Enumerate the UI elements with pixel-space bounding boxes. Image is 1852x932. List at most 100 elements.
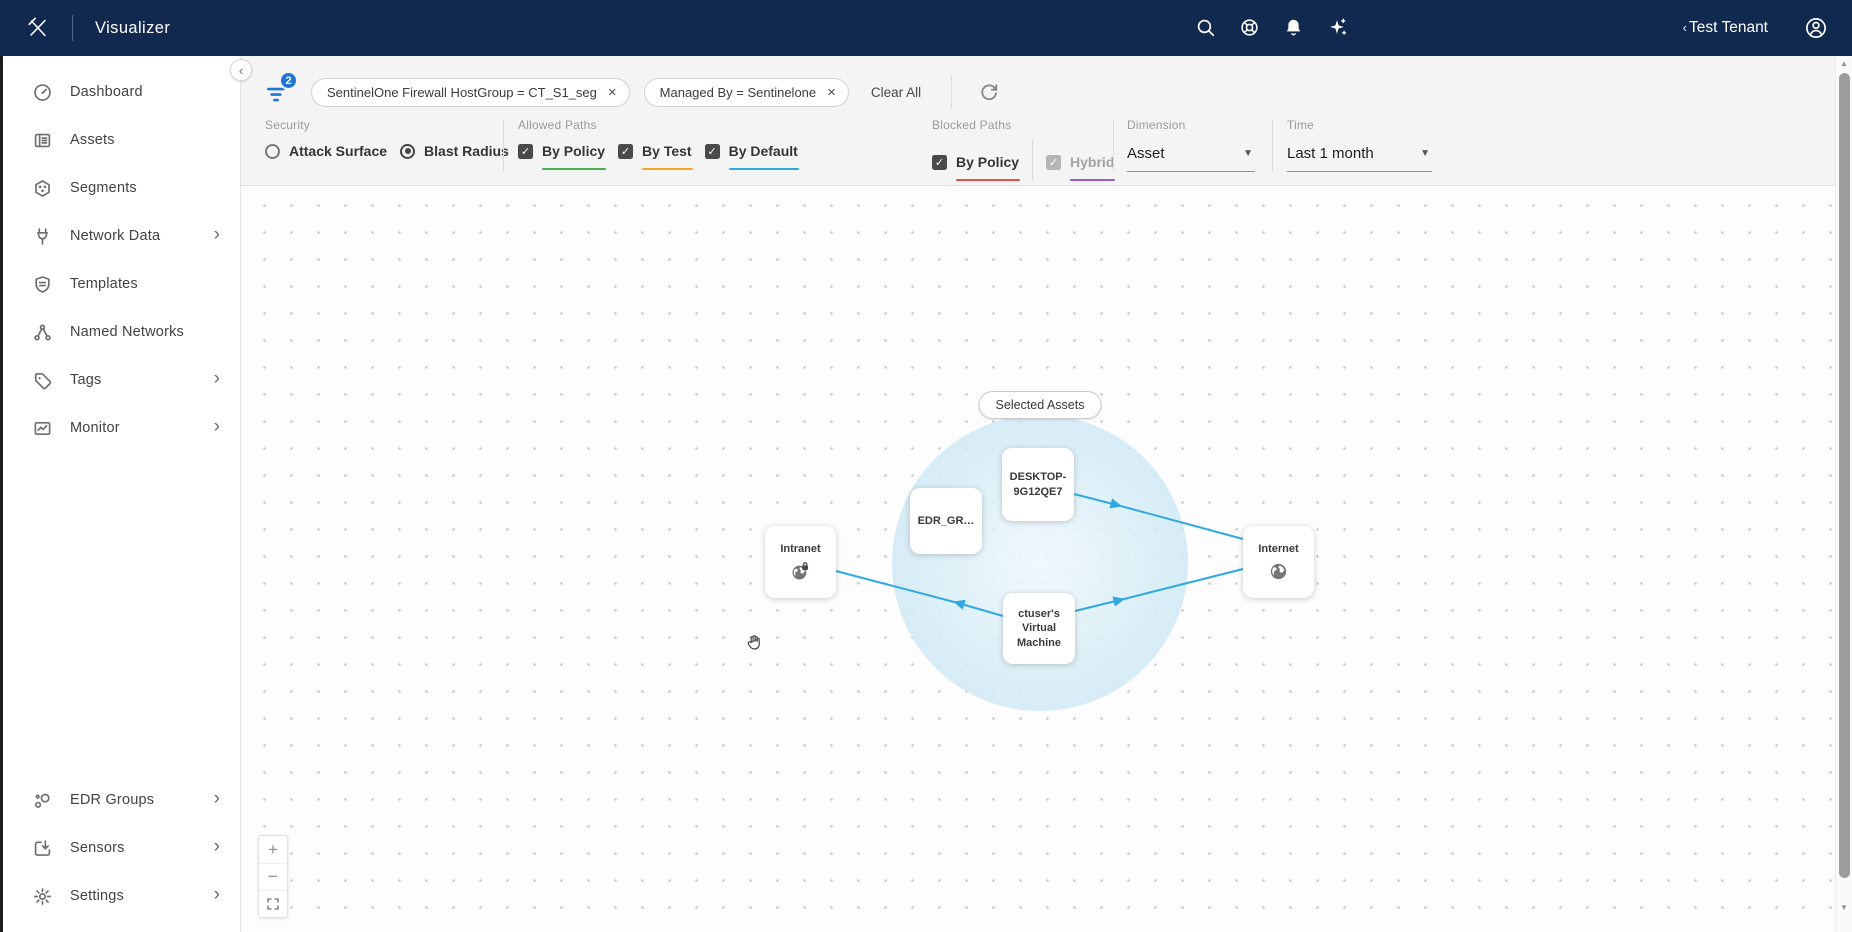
notifications-bell-icon[interactable] xyxy=(1283,17,1305,39)
radio-blast-radius[interactable]: Blast Radius xyxy=(400,143,509,159)
filter-groups-row: Security Attack Surface Blast Radius All… xyxy=(241,118,1835,180)
asset-node-desktop-9g12qe7[interactable]: DESKTOP-9G12QE7 xyxy=(1002,448,1074,521)
chip-close-icon[interactable]: × xyxy=(827,85,836,100)
panel-collapse-button[interactable]: ‹ xyxy=(230,59,252,81)
checkbox-icon: ✓ xyxy=(618,144,633,159)
sensors-icon xyxy=(33,838,53,858)
sidebar-item-label: Segments xyxy=(70,180,137,196)
segments-icon xyxy=(33,178,53,198)
chevron-down-icon: ▼ xyxy=(1420,148,1430,159)
group-label: Dimension xyxy=(1127,118,1255,132)
filter-chip[interactable]: Managed By = Sentinelone × xyxy=(644,78,849,107)
divider xyxy=(1032,139,1033,181)
asset-node-edr-group[interactable]: EDR_GR… xyxy=(910,488,982,554)
filter-chips-row: 2 SentinelOne Firewall HostGroup = CT_S1… xyxy=(265,72,1823,112)
scroll-up-arrow[interactable]: ▲ xyxy=(1836,59,1852,68)
named-networks-icon xyxy=(33,322,53,342)
globe-lock-icon xyxy=(790,561,811,582)
chips-host: SentinelOne Firewall HostGroup = CT_S1_s… xyxy=(311,78,863,107)
radio-icon xyxy=(265,144,280,159)
zoom-out-button[interactable]: − xyxy=(259,863,287,890)
sidebar-item-templates[interactable]: Templates xyxy=(3,260,240,308)
app-logo-icon[interactable] xyxy=(26,16,50,40)
filter-count-badge: 2 xyxy=(279,71,298,90)
radio-attack-surface[interactable]: Attack Surface xyxy=(265,143,387,159)
sidebar-item-label: Network Data xyxy=(70,228,160,244)
sidebar-item-sensors[interactable]: Sensors › xyxy=(3,824,240,872)
sidebar-item-label: Templates xyxy=(70,276,138,292)
sidebar-item-settings[interactable]: Settings › xyxy=(3,872,240,920)
search-icon[interactable] xyxy=(1195,17,1217,39)
tenant-name[interactable]: ‹Test Tenant xyxy=(1683,19,1768,37)
checkbox-icon: ✓ xyxy=(932,155,947,170)
sidebar-item-label: Monitor xyxy=(70,420,120,436)
checkbox-by-test[interactable]: ✓ By Test xyxy=(618,143,692,159)
checkbox-icon: ✓ xyxy=(518,144,533,159)
group-label: Blocked Paths xyxy=(932,118,1114,132)
option-label: By Policy xyxy=(956,154,1019,170)
filter-chip-label: SentinelOne Firewall HostGroup = CT_S1_s… xyxy=(327,85,597,100)
network-data-icon xyxy=(33,226,53,246)
filter-chip[interactable]: SentinelOne Firewall HostGroup = CT_S1_s… xyxy=(311,78,630,107)
divider xyxy=(951,74,952,110)
asset-node-label: ctuser's Virtual Machine xyxy=(1006,607,1072,650)
help-icon[interactable] xyxy=(1239,17,1261,39)
sidebar-main-nav: Dashboard Assets Segments Network Data ›… xyxy=(3,68,240,452)
asset-node-internet[interactable]: Internet xyxy=(1243,526,1314,598)
scroll-down-arrow[interactable]: ▼ xyxy=(1836,903,1852,912)
chevron-right-icon: › xyxy=(214,885,220,907)
sidebar-item-segments[interactable]: Segments xyxy=(3,164,240,212)
sidebar-item-assets[interactable]: Assets xyxy=(3,116,240,164)
sidebar-item-label: Named Networks xyxy=(70,324,184,340)
sidebar-item-dashboard[interactable]: Dashboard xyxy=(3,68,240,116)
cluster-label[interactable]: Selected Assets xyxy=(979,391,1102,419)
sidebar-item-label: Tags xyxy=(70,372,101,388)
graph-canvas[interactable]: Selected Assets + − EDR_GR… DESKTOP-9G12… xyxy=(241,186,1835,932)
filter-funnel-icon[interactable]: 2 xyxy=(265,77,291,107)
topbar-divider xyxy=(72,15,73,41)
edr-groups-icon xyxy=(33,790,53,810)
checkbox-by-policy[interactable]: ✓ By Policy xyxy=(518,143,605,159)
chevron-right-icon: › xyxy=(214,369,220,391)
tags-icon xyxy=(33,370,53,390)
asset-node-ctuser-vm[interactable]: ctuser's Virtual Machine xyxy=(1003,593,1075,664)
checkbox-by-policy[interactable]: ✓ By Policy xyxy=(932,154,1019,170)
filter-group-blocked-paths: Blocked Paths ✓ By Policy ✓ Hybrid xyxy=(932,118,1114,181)
scrollbar-thumb[interactable] xyxy=(1839,73,1850,878)
dashboard-icon xyxy=(33,82,53,102)
sidebar-item-edr-groups[interactable]: EDR Groups › xyxy=(3,776,240,824)
sidebar: Dashboard Assets Segments Network Data ›… xyxy=(3,56,241,932)
option-label: By Test xyxy=(642,143,692,159)
clear-all-button[interactable]: Clear All xyxy=(871,85,921,100)
sidebar-item-monitor[interactable]: Monitor › xyxy=(3,404,240,452)
sidebar-item-network-data[interactable]: Network Data › xyxy=(3,212,240,260)
vertical-scrollbar: ▲ ▼ xyxy=(1835,56,1852,932)
chip-close-icon[interactable]: × xyxy=(608,85,617,100)
sidebar-item-tags[interactable]: Tags › xyxy=(3,356,240,404)
zoom-fit-button[interactable] xyxy=(259,890,287,917)
radio-icon xyxy=(400,144,415,159)
user-avatar-icon[interactable] xyxy=(1804,16,1828,40)
option-label: By Policy xyxy=(542,143,605,159)
option-label: Attack Surface xyxy=(289,143,387,159)
refresh-icon[interactable] xyxy=(978,81,1000,103)
group-label: Security xyxy=(265,118,509,132)
chevron-right-icon: › xyxy=(214,417,220,439)
ai-sparkles-icon[interactable] xyxy=(1327,17,1349,39)
dimension-select[interactable]: Asset ▼ xyxy=(1127,143,1255,172)
group-label: Time xyxy=(1287,118,1432,132)
page-title: Visualizer xyxy=(95,19,170,38)
templates-icon xyxy=(33,274,53,294)
checkbox-by-default[interactable]: ✓ By Default xyxy=(705,143,798,159)
sidebar-item-label: Settings xyxy=(70,888,124,904)
option-label: Hybrid xyxy=(1070,154,1114,170)
topbar: Visualizer ‹Test Tenant xyxy=(0,0,1852,56)
asset-node-label: Intranet xyxy=(780,542,820,556)
zoom-in-button[interactable]: + xyxy=(259,836,287,863)
assets-icon xyxy=(33,130,53,150)
time-select[interactable]: Last 1 month ▼ xyxy=(1287,143,1432,172)
zoom-controls: + − xyxy=(258,835,288,918)
checkbox-icon: ✓ xyxy=(705,144,720,159)
sidebar-item-named-networks[interactable]: Named Networks xyxy=(3,308,240,356)
asset-node-intranet[interactable]: Intranet xyxy=(765,526,836,598)
